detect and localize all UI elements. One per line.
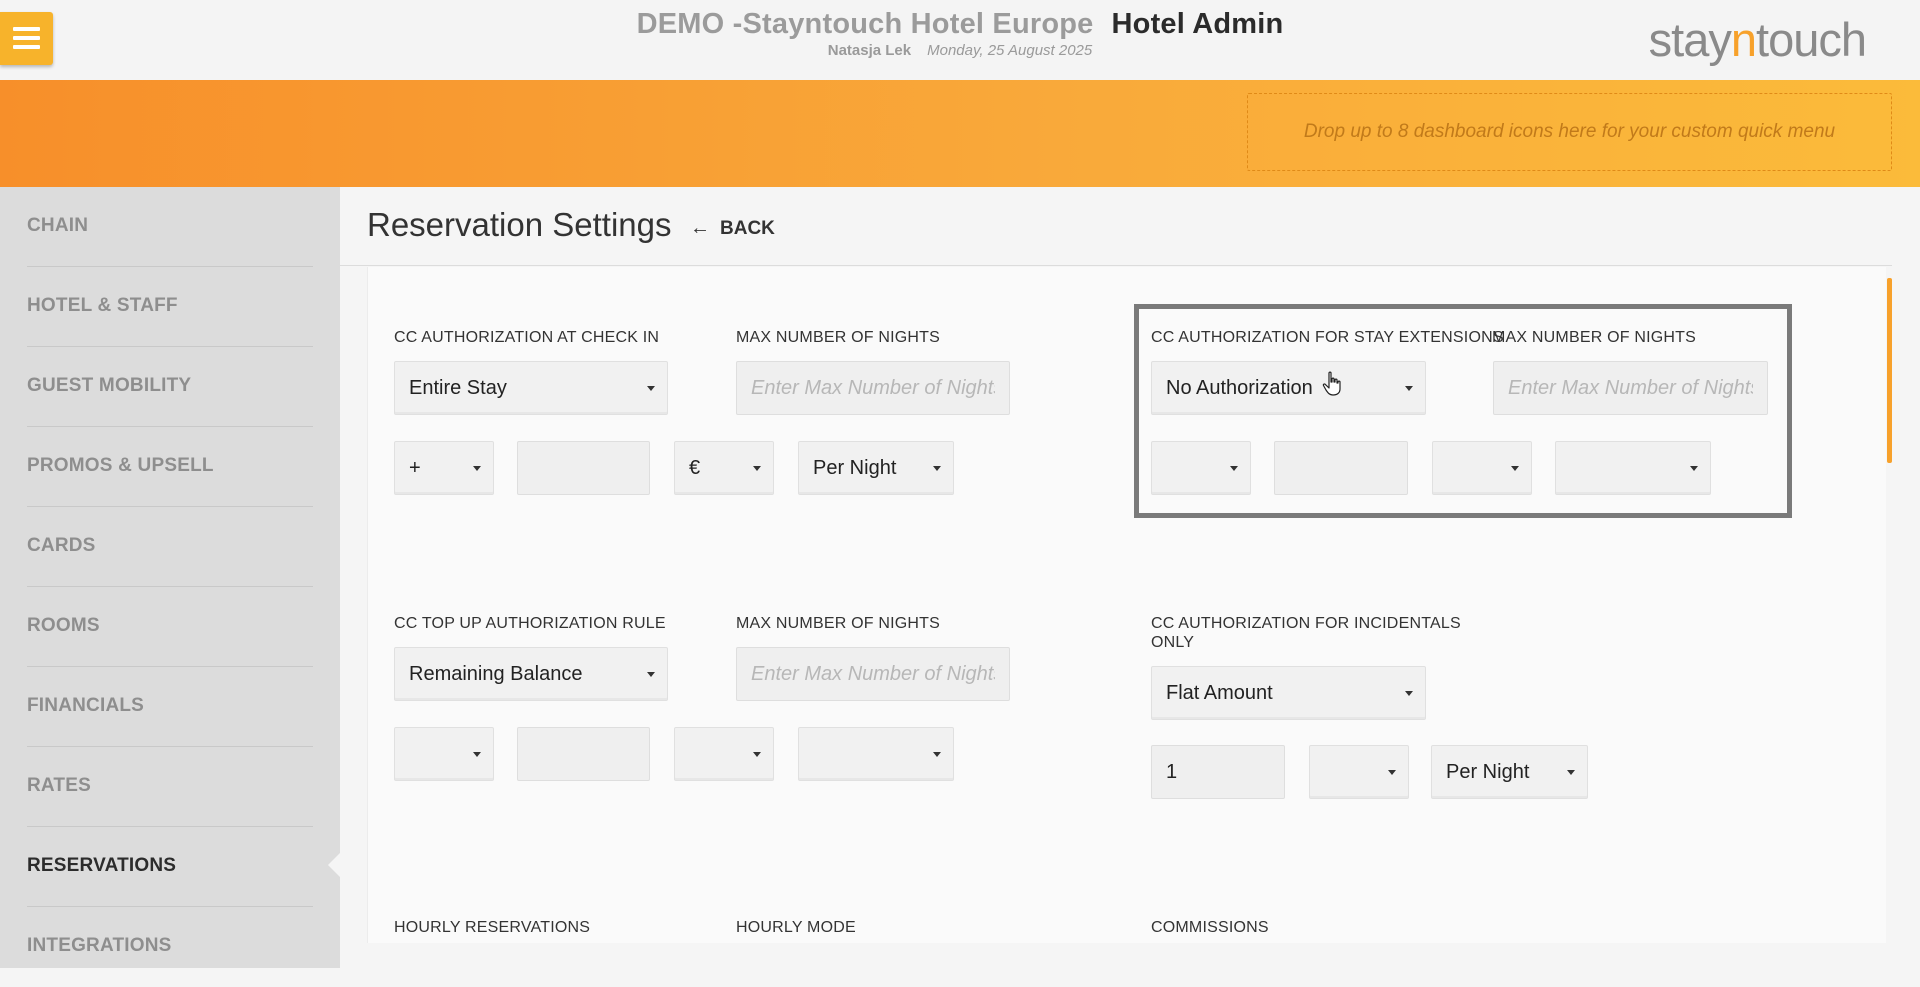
cc-checkin-max-nights-label: MAX NUMBER OF NIGHTS: [736, 329, 941, 346]
cc-checkin-value: Entire Stay: [409, 376, 507, 399]
logo-prefix: stay: [1648, 13, 1732, 66]
caret-down-icon: [473, 466, 481, 471]
cc-topup-currency-select[interactable]: [674, 727, 774, 781]
hand-pointer-svg: [1322, 371, 1341, 396]
caret-down-icon: [1690, 466, 1698, 471]
caret-down-icon: [1388, 770, 1396, 775]
caret-down-icon: [647, 386, 655, 391]
stayntouch-logo: stayntouch: [1648, 12, 1867, 67]
commissions-label: COMMISSIONS: [1151, 919, 1269, 936]
user-name: Natasja Lek: [827, 42, 912, 59]
cc-checkin-amount-input[interactable]: [517, 441, 650, 495]
cc-extensions-max-nights-input[interactable]: [1493, 361, 1768, 415]
scrollbar-thumb[interactable]: [1887, 278, 1892, 463]
sidebar-item-chain[interactable]: CHAIN: [27, 187, 313, 267]
caret-down-icon: [1230, 466, 1238, 471]
caret-down-icon: [647, 672, 655, 677]
caret-down-icon: [1405, 386, 1413, 391]
hotel-name: DEMO -Stayntouch Hotel Europe: [636, 8, 1094, 40]
page-title: Reservation Settings: [367, 206, 672, 243]
header-title: DEMO -Stayntouch Hotel Europe Hotel Admin: [0, 8, 1920, 41]
business-date: Monday, 25 August 2025: [927, 42, 1093, 59]
sidebar-item-financials[interactable]: FINANCIALS: [27, 667, 313, 747]
cc-topup-value: Remaining Balance: [409, 662, 583, 685]
cc-incidentals-value: Flat Amount: [1166, 681, 1273, 704]
cc-topup-amount-input[interactable]: [517, 727, 650, 781]
cc-incidentals-currency-select[interactable]: [1309, 745, 1409, 799]
cc-incidentals-period-select[interactable]: Per Night: [1431, 745, 1588, 799]
sidebar-item-promos-upsell[interactable]: PROMOS & UPSELL: [27, 427, 313, 507]
header-subtitle: Natasja Lek Monday, 25 August 2025: [0, 42, 1920, 59]
caret-down-icon: [1567, 770, 1575, 775]
sidebar-item-rates[interactable]: RATES: [27, 747, 313, 827]
caret-down-icon: [933, 752, 941, 757]
caret-down-icon: [753, 466, 761, 471]
back-label: BACK: [720, 217, 775, 239]
sidebar-item-integrations[interactable]: INTEGRATIONS: [27, 907, 313, 987]
hourly-mode-label: HOURLY MODE: [736, 919, 856, 936]
cc-topup-select[interactable]: Remaining Balance: [394, 647, 668, 701]
cc-extensions-label: CC AUTHORIZATION FOR STAY EXTENSIONS: [1151, 329, 1504, 346]
dropzone-text: Drop up to 8 dashboard icons here for yo…: [1303, 121, 1836, 142]
sidebar-item-rooms[interactable]: ROOMS: [27, 587, 313, 667]
cc-checkin-period-value: Per Night: [813, 456, 897, 479]
back-button[interactable]: ← BACK: [690, 217, 775, 240]
sidebar-item-hotel-staff[interactable]: HOTEL & STAFF: [27, 267, 313, 347]
cc-incidentals-label-line2: ONLY: [1151, 634, 1195, 651]
cc-extensions-period-select[interactable]: [1555, 441, 1711, 495]
sidebar-item-cards[interactable]: CARDS: [27, 507, 313, 587]
cc-checkin-currency-select[interactable]: €: [674, 441, 774, 495]
cc-extensions-value: No Authorization: [1166, 376, 1313, 399]
cc-extensions-currency-select[interactable]: [1432, 441, 1532, 495]
hourly-reservations-label: HOURLY RESERVATIONS: [394, 919, 591, 936]
caret-down-icon: [473, 752, 481, 757]
cc-incidentals-label-line1: CC AUTHORIZATION FOR INCIDENTALS: [1151, 615, 1461, 632]
section-name: Hotel Admin: [1111, 8, 1284, 40]
sidebar: CHAIN HOTEL & STAFF GUEST MOBILITY PROMO…: [0, 187, 340, 968]
caret-down-icon: [1405, 691, 1413, 696]
arrow-left-icon: ←: [690, 217, 710, 239]
top-bar: DEMO -Stayntouch Hotel Europe Hotel Admin…: [0, 0, 1920, 81]
header-title-block: DEMO -Stayntouch Hotel Europe Hotel Admin…: [0, 8, 1920, 59]
cc-incidentals-label: CC AUTHORIZATION FOR INCIDENTALS ONLY: [1151, 614, 1461, 652]
cc-topup-max-nights-label: MAX NUMBER OF NIGHTS: [736, 615, 941, 632]
cc-extensions-amount-input[interactable]: [1274, 441, 1408, 495]
caret-down-icon: [933, 466, 941, 471]
quick-menu-dropzone[interactable]: Drop up to 8 dashboard icons here for yo…: [1247, 93, 1892, 171]
cc-incidentals-period-value: Per Night: [1446, 760, 1530, 783]
title-divider: [340, 265, 1892, 266]
sidebar-item-guest-mobility[interactable]: GUEST MOBILITY: [27, 347, 313, 427]
active-item-pointer: [328, 853, 340, 877]
quick-menu-banner: Drop up to 8 dashboard icons here for yo…: [0, 80, 1920, 187]
cc-extensions-max-nights-label: MAX NUMBER OF NIGHTS: [1492, 329, 1697, 346]
cc-checkin-period-select[interactable]: Per Night: [798, 441, 954, 495]
cc-topup-label: CC TOP UP AUTHORIZATION RULE: [394, 615, 666, 632]
logo-suffix: touch: [1756, 13, 1867, 66]
cc-checkin-max-nights-input[interactable]: [736, 361, 1010, 415]
cc-topup-max-nights-input[interactable]: [736, 647, 1010, 701]
cc-incidentals-select[interactable]: Flat Amount: [1151, 666, 1426, 720]
cc-checkin-select[interactable]: Entire Stay: [394, 361, 668, 415]
cc-topup-period-select[interactable]: [798, 727, 954, 781]
sidebar-item-reservations[interactable]: RESERVATIONS: [27, 827, 313, 907]
cc-extensions-operator-select[interactable]: [1151, 441, 1251, 495]
cc-incidentals-amount-input[interactable]: [1151, 745, 1285, 799]
cc-topup-operator-select[interactable]: [394, 727, 494, 781]
caret-down-icon: [1511, 466, 1519, 471]
cc-checkin-operator-select[interactable]: +: [394, 441, 494, 495]
cc-checkin-currency-value: €: [689, 456, 701, 479]
cc-checkin-label: CC AUTHORIZATION AT CHECK IN: [394, 329, 660, 346]
caret-down-icon: [753, 752, 761, 757]
cc-extensions-select[interactable]: No Authorization: [1151, 361, 1426, 415]
logo-accent: n: [1730, 13, 1757, 66]
hand-pointer-icon: [1322, 371, 1344, 402]
cc-checkin-operator-value: +: [409, 456, 421, 479]
